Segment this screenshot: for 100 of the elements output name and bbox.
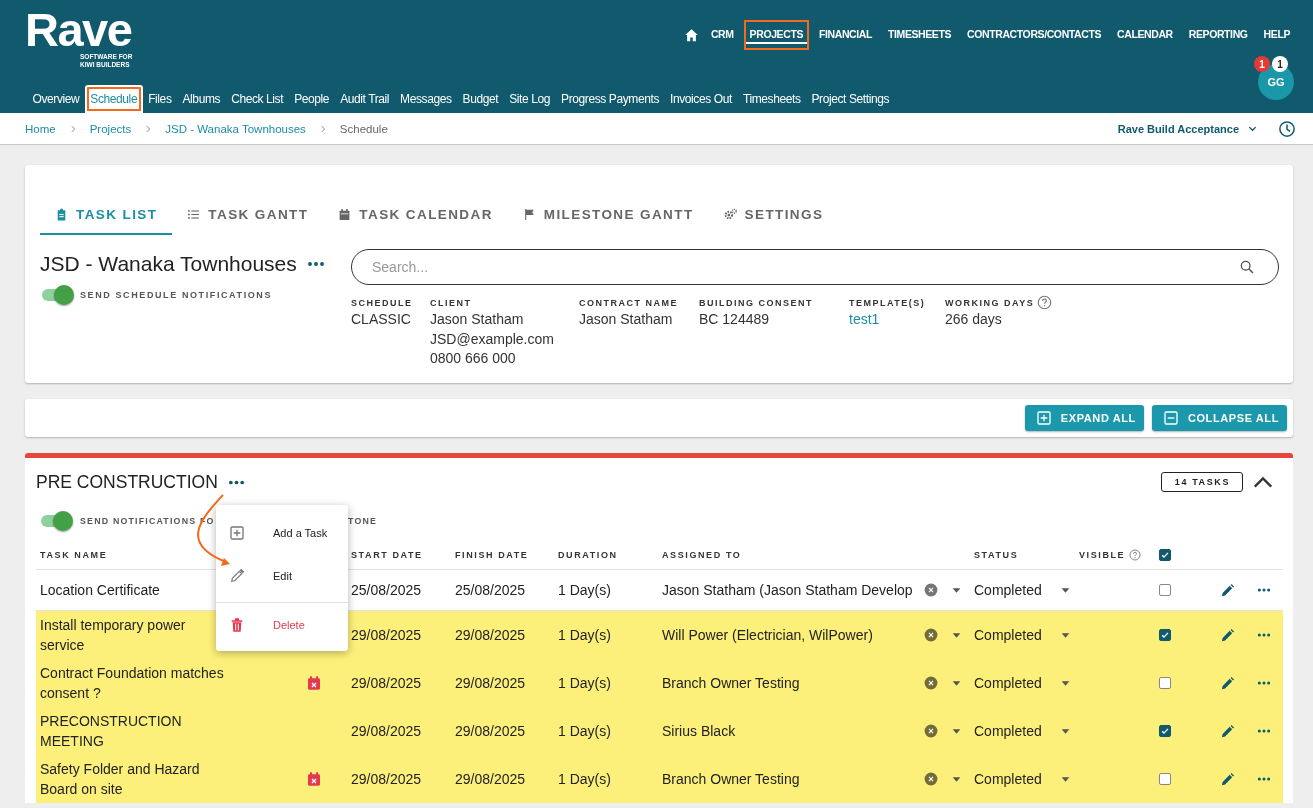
duration: 1 Day(s) (558, 770, 611, 789)
nav-link[interactable]: CRM (706, 22, 738, 48)
clear-icon[interactable] (924, 628, 938, 642)
nav-link[interactable]: FINANCIAL (815, 22, 876, 48)
help-icon[interactable] (1129, 549, 1142, 561)
logo: Rave (25, 10, 133, 50)
menu-item[interactable]: Delete (216, 603, 348, 646)
nav-tab[interactable]: Timesheets (737, 85, 806, 113)
nav-tab[interactable]: Files (142, 85, 177, 113)
nav-tab[interactable]: Check List (225, 85, 289, 113)
visible-checkbox[interactable] (1159, 725, 1171, 737)
breadcrumb-link[interactable]: JSD - Wanaka Townhouses (165, 122, 306, 135)
status[interactable]: Completed (974, 580, 1042, 600)
finish-date: 29/08/2025 (455, 674, 526, 693)
status[interactable]: Completed (974, 625, 1042, 645)
account-selector[interactable]: Rave Build Acceptance (1117, 122, 1258, 135)
clipboard-icon (55, 207, 68, 221)
breadcrumb-link[interactable]: Projects (89, 122, 132, 135)
column-header: FINISH DATE (455, 550, 529, 560)
detail-label: SCHEDULE (351, 297, 413, 308)
nav-tab[interactable]: Schedule (84, 85, 143, 113)
start-date: 25/08/2025 (351, 581, 422, 600)
collapse-icon (1162, 410, 1179, 426)
nav-link[interactable]: CALENDAR (1113, 22, 1177, 48)
edit-icon[interactable] (1220, 723, 1235, 739)
menu-item[interactable]: Add a Task (216, 511, 348, 554)
nav-link[interactable]: CONTRACTORS/CONTACTS (963, 22, 1106, 48)
detail-label: BUILDING CONSENT (699, 297, 813, 308)
tab[interactable]: TASK CALENDAR (323, 195, 508, 235)
clear-icon[interactable] (924, 583, 938, 597)
clock-icon[interactable] (1278, 119, 1296, 138)
detail-value: 0800 666 000 (430, 349, 516, 368)
gears-icon (723, 207, 737, 221)
column-header: DURATION (558, 550, 618, 560)
detail-value: 266 days (945, 310, 1002, 329)
clear-icon[interactable] (924, 724, 938, 738)
nav-link[interactable]: REPORTING (1184, 22, 1252, 48)
detail-value: JSD@example.com (430, 329, 554, 349)
breadcrumb-link[interactable]: Home (25, 122, 56, 135)
tab[interactable]: TASK GANTT (172, 195, 324, 235)
duration: 1 Day(s) (558, 581, 611, 600)
clear-icon[interactable] (924, 676, 938, 690)
finish-date: 25/08/2025 (455, 581, 526, 600)
search-icon[interactable] (1239, 259, 1255, 275)
status[interactable]: Completed (974, 769, 1042, 789)
tab[interactable]: MILESTONE GANTT (507, 195, 709, 235)
home-icon[interactable] (683, 27, 699, 43)
task-name: Contract Foundation matches consent ? (40, 664, 225, 703)
nav-tab[interactable]: Albums (177, 85, 226, 113)
calendar-x-icon (305, 771, 322, 787)
nav-tab[interactable]: Site Log (503, 85, 556, 113)
visible-checkbox[interactable] (1159, 584, 1171, 596)
detail-label: CLIENT (430, 297, 472, 308)
task-name: PRECONSTRUCTION MEETING (40, 712, 183, 751)
duration: 1 Day(s) (558, 722, 611, 741)
edit-icon[interactable] (1220, 675, 1235, 691)
task-name: Install temporary power service (40, 616, 187, 655)
nav-tab[interactable]: Budget (457, 85, 504, 113)
calendar-x-icon (305, 675, 322, 691)
detail-value: Jason Statham (579, 310, 673, 329)
tab[interactable]: TASK LIST (40, 195, 173, 235)
template-link[interactable]: test1 (849, 310, 880, 330)
search-field[interactable]: Search... (351, 249, 1279, 285)
add-icon (229, 524, 245, 541)
nav-tab[interactable]: Messages (394, 85, 458, 113)
assignee: Jason Statham (Jason Statham Develop (662, 581, 913, 600)
visible-checkbox[interactable] (1159, 773, 1171, 785)
edit-icon[interactable] (1220, 582, 1235, 598)
visible-checkbox[interactable] (1159, 677, 1171, 689)
nav-tab[interactable]: Audit Trail (334, 85, 395, 113)
status[interactable]: Completed (974, 721, 1042, 741)
nav-tab[interactable]: People (288, 85, 335, 113)
finish-date: 29/08/2025 (455, 770, 526, 789)
status[interactable]: Completed (974, 673, 1042, 693)
edit-icon[interactable] (1220, 771, 1235, 787)
task-count: 14 TASKS (1160, 472, 1243, 492)
notification-badge: 1 (1272, 56, 1288, 72)
nav-tab[interactable]: Project Settings (806, 85, 895, 113)
visible-checkbox[interactable] (1159, 629, 1171, 641)
nav-tab[interactable]: Overview (27, 85, 85, 113)
nav-link[interactable]: PROJECTS (745, 22, 807, 48)
detail-label: CONTRACT NAME (579, 297, 678, 308)
pencil-icon (229, 567, 245, 584)
edit-icon[interactable] (1220, 627, 1235, 643)
menu-item[interactable]: Edit (216, 554, 348, 597)
detail-value: BC 124489 (699, 310, 770, 329)
nav-link[interactable]: HELP (1259, 22, 1294, 48)
finish-date: 29/08/2025 (455, 722, 526, 741)
duration: 1 Day(s) (558, 674, 611, 693)
help-icon[interactable] (1037, 295, 1053, 310)
tab[interactable]: SETTINGS (708, 195, 839, 235)
detail-value: Jason Statham (430, 310, 524, 329)
clear-icon[interactable] (924, 772, 938, 786)
nav-link[interactable]: TIMESHEETS (884, 22, 956, 48)
nav-tab[interactable]: Invoices Out (664, 85, 738, 113)
nav-tab[interactable]: Progress Payments (555, 85, 665, 113)
trash-icon (229, 616, 245, 633)
select-all-checkbox[interactable] (1159, 549, 1171, 561)
finish-date: 29/08/2025 (455, 626, 526, 645)
detail-label: TEMPLATE(S) (849, 297, 926, 308)
